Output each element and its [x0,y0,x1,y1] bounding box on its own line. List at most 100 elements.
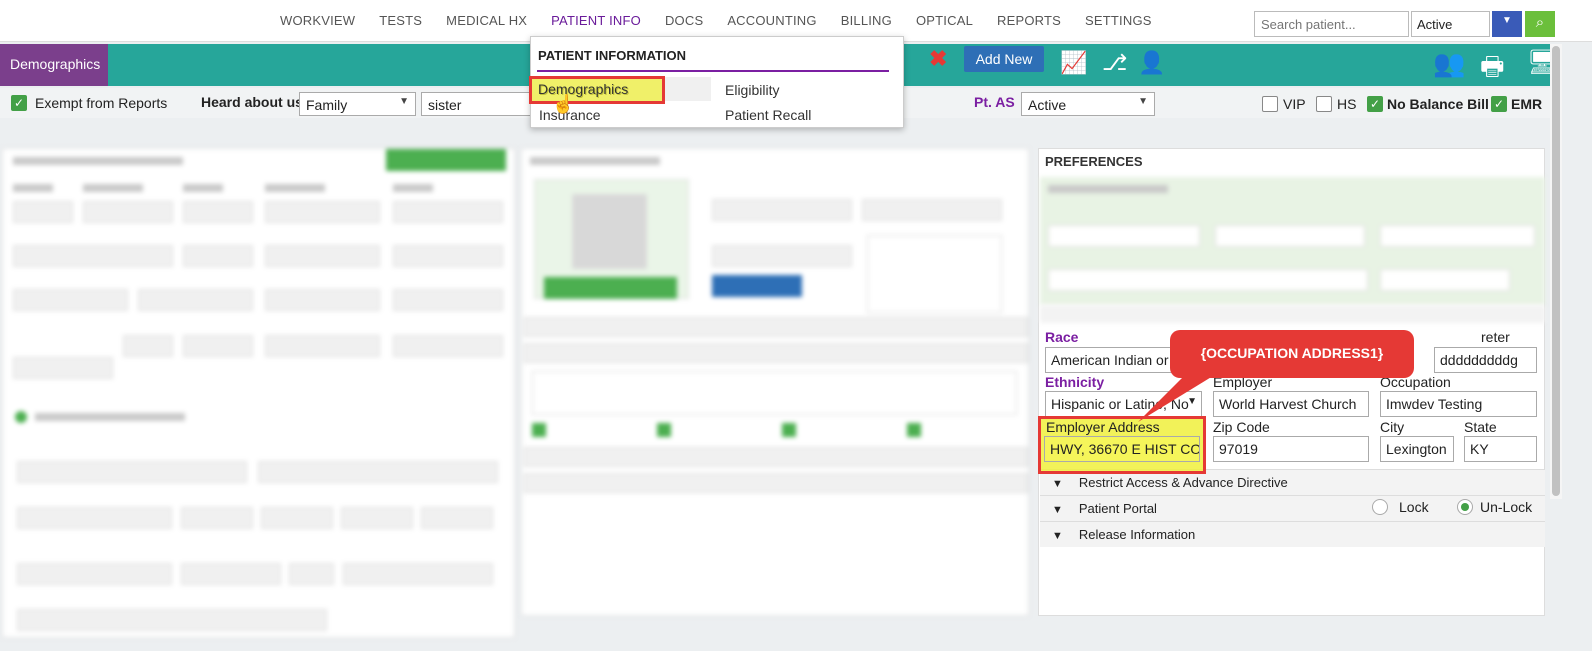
blurred-notes [532,371,1017,415]
blurred-field [13,245,173,267]
blurred-field [183,201,253,223]
blurred-label [265,184,325,192]
chart-icon[interactable]: 📈 [1060,50,1087,76]
preferences-title: PREFERENCES [1045,154,1143,169]
hand-cursor-icon: ☝ [552,94,575,114]
blurred-field [343,563,493,585]
blurred-checkbox [907,423,921,437]
blurred-field [123,335,173,357]
nav-medical-hx[interactable]: MEDICAL HX [434,0,539,42]
add-new-button[interactable]: Add New [964,46,1044,72]
patient-status-select[interactable]: Active [1411,11,1490,37]
blurred-field [17,461,247,483]
blurred-field [83,201,173,223]
patient-portal-label: Patient Portal [1078,501,1157,516]
race-label: Race [1045,329,1079,345]
menu-item-patient-recall[interactable]: Patient Recall [725,107,811,123]
blurred-header [530,157,660,165]
blurred-field [258,461,498,483]
blurred-field [712,245,852,267]
nav-settings[interactable]: SETTINGS [1073,0,1164,42]
city-input[interactable]: Lexington [1380,436,1454,462]
lock-label: Lock [1399,499,1429,515]
scrollbar-thumb[interactable] [1552,46,1560,496]
nav-reports[interactable]: REPORTS [985,0,1073,42]
blurred-dot [15,411,27,423]
vip-checkbox[interactable] [1262,96,1278,112]
unlock-radio[interactable] [1457,499,1473,515]
exempt-checkbox[interactable]: ✓ [11,95,27,111]
blurred-field [341,507,413,529]
search-go-button[interactable]: ⌕ [1525,11,1555,37]
hs-label: HS [1337,96,1357,112]
nav-optical[interactable]: OPTICAL [904,0,985,42]
dropdown-divider [537,70,889,72]
emr-checkbox[interactable]: ✓ [1491,96,1507,112]
workflow-icon[interactable]: ⎇ [1102,50,1127,76]
employer-address-input[interactable]: HWY, 36670 E HIST COL [1044,436,1200,462]
city-label: City [1380,419,1405,435]
interpreter-label: reter [1481,329,1510,345]
blurred-section [524,343,1028,363]
page-scrollbar[interactable] [1550,44,1562,499]
patient-search-input[interactable] [1254,11,1409,37]
close-icon[interactable]: ✖ [929,46,947,72]
chevron-down-icon: ▼ [1052,504,1063,516]
blurred-field [13,357,113,379]
blurred-header [35,413,185,421]
pt-as-label: Pt. AS [974,94,1015,110]
nav-patient-info[interactable]: PATIENT INFO [539,0,653,40]
zip-code-input[interactable]: 97019 [1213,436,1369,462]
blurred-field [862,199,1002,221]
employer-input[interactable]: World Harvest Church [1213,391,1369,417]
blurred-section [524,473,1028,493]
no-balance-label: No Balance Bill [1387,96,1489,112]
blurred-field [1380,225,1535,247]
hs-checkbox[interactable] [1316,96,1332,112]
blurred-field [1380,269,1510,291]
blurred-field [17,609,327,631]
search-icon: ⌕ [1535,14,1545,31]
nav-workview[interactable]: WORKVIEW [268,0,367,42]
blurred-field [183,335,253,357]
release-information-label: Release Information [1078,527,1196,542]
user-search-icon[interactable]: 👤 [1138,50,1165,76]
exempt-label: Exempt from Reports [35,95,168,111]
blurred-avatar [572,194,647,269]
blurred-checkbox [657,423,671,437]
blurred-field [421,507,493,529]
state-input[interactable]: KY [1464,436,1537,462]
blurred-field [712,199,852,221]
blurred-field [393,335,503,357]
lock-radio[interactable] [1372,499,1388,515]
no-balance-checkbox[interactable]: ✓ [1367,96,1383,112]
occupation-address-callout: {OCCUPATION ADDRESS1} [1170,330,1414,378]
blurred-field [1215,225,1365,247]
pt-as-select[interactable]: Active ▼ [1021,92,1155,116]
blurred-field [17,563,172,585]
menu-item-eligibility[interactable]: Eligibility [725,82,779,98]
tab-demographics[interactable]: Demographics [0,44,108,86]
printer-icon[interactable]: 🖶 [1480,48,1505,92]
user-group-icon[interactable]: 👥 [1433,48,1465,79]
blurred-field [13,289,128,311]
dropdown-header: PATIENT INFORMATION [538,48,687,63]
chevron-down-icon: ▼ [399,96,409,107]
heard-about-detail-input[interactable]: sister [421,92,531,116]
blurred-field [261,507,333,529]
blurred-field [265,245,380,267]
heard-about-select[interactable]: Family ▼ [299,92,416,116]
occupation-input[interactable]: Imwdev Testing [1380,391,1537,417]
physicians-facility-blurred [1040,177,1545,305]
restrict-access-label: Restrict Access & Advance Directive [1078,475,1288,490]
ethnicity-label: Ethnicity [1045,374,1105,390]
interpreter-input[interactable]: dddddddddg [1434,347,1537,373]
blurred-field [1048,225,1200,247]
release-information-section[interactable]: ▼ Release Information [1040,521,1545,547]
status-dropdown-button[interactable]: ▼ [1492,11,1522,37]
emr-label: EMR [1511,96,1543,112]
patient-demographics-panel-blurred [2,148,515,638]
blurred-label [83,184,143,192]
nav-tests[interactable]: TESTS [367,0,434,42]
state-label: State [1464,419,1497,435]
